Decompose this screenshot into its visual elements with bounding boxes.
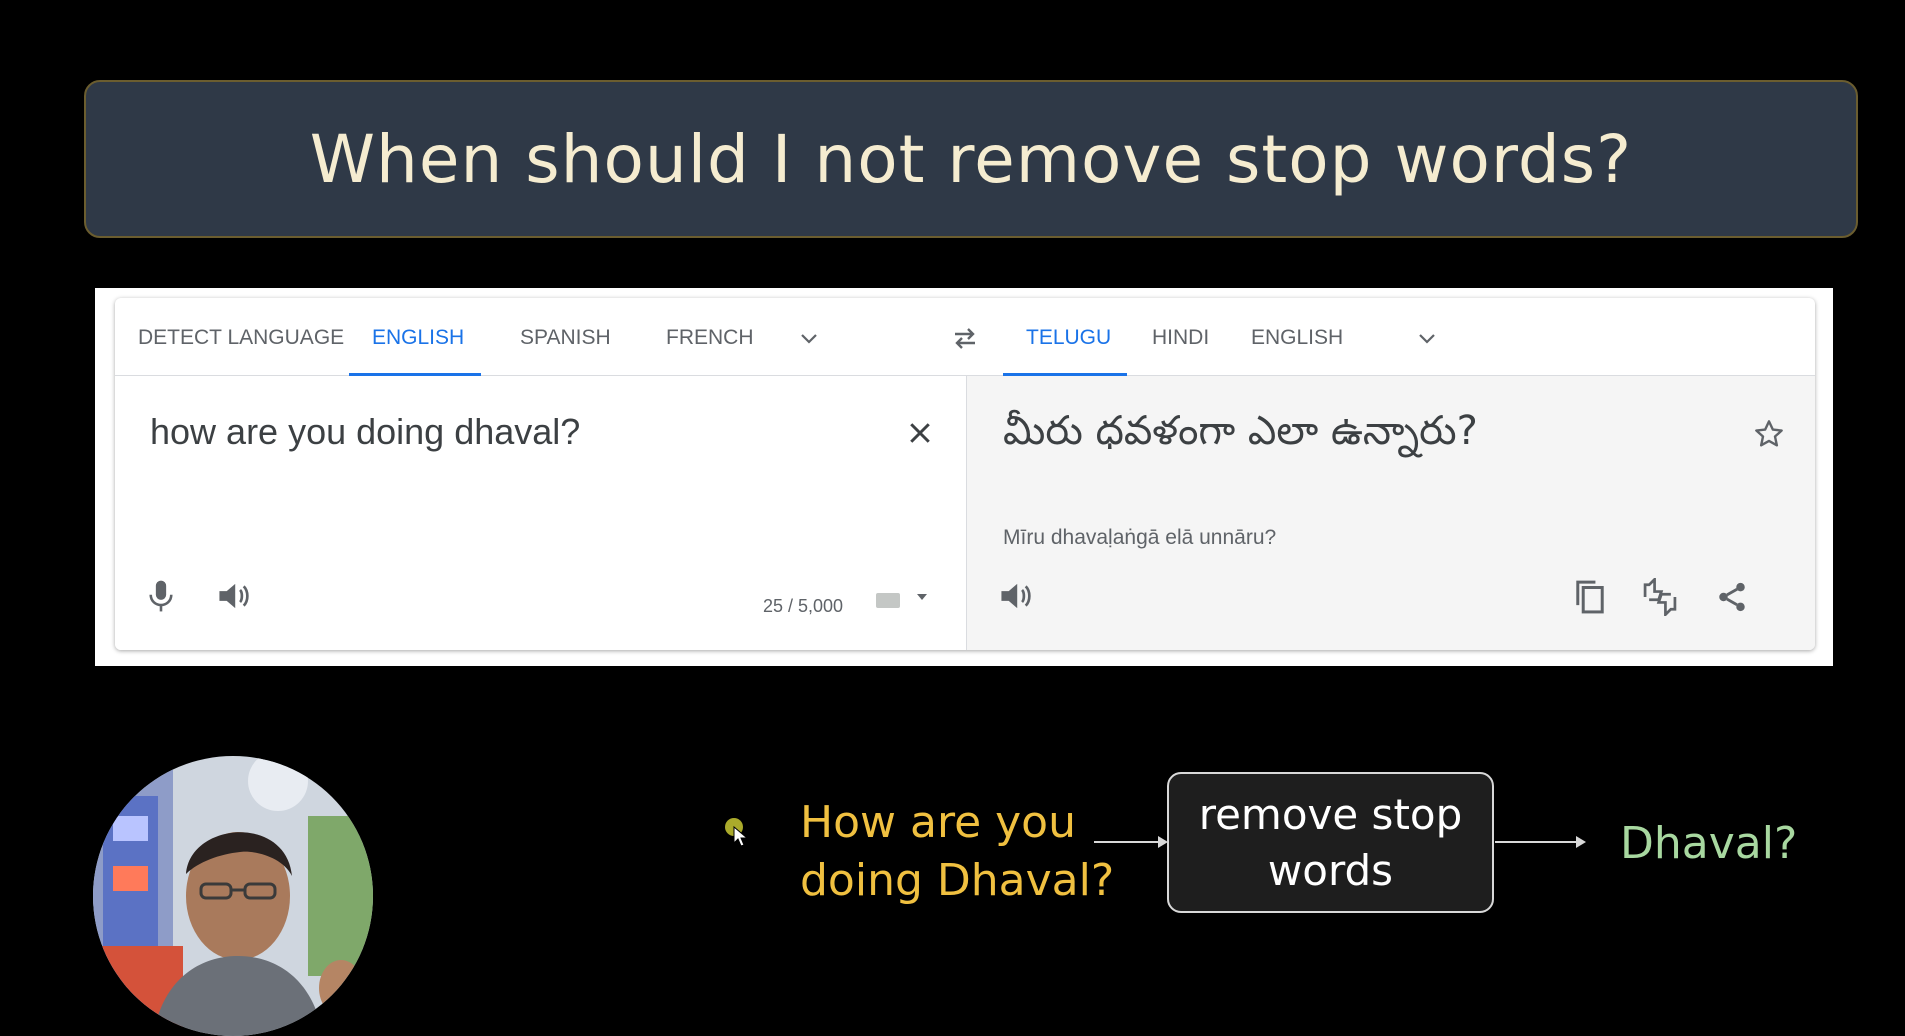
diagram-input: How are you doing Dhaval?: [800, 794, 1114, 910]
translated-text: మీరు ధవళంగా ఎలా ఉన్నారు?: [1003, 408, 1478, 454]
tab-hindi[interactable]: HINDI: [1129, 298, 1232, 376]
title-banner: When should I not remove stop words?: [84, 80, 1858, 238]
transliteration: Mīru dhavaḷaṅgā elā unnāru?: [1003, 526, 1277, 549]
translate-card: DETECT LANGUAGE ENGLISH SPANISH FRENCH T…: [115, 298, 1815, 650]
diagram-input-line-2: doing Dhaval?: [800, 855, 1115, 906]
target-pane: మీరు ధవళంగా ఎలా ఉన్నారు? Mīru dhavaḷaṅgā…: [967, 376, 1815, 650]
slide-title: When should I not remove stop words?: [309, 120, 1633, 198]
translate-screenshot: DETECT LANGUAGE ENGLISH SPANISH FRENCH T…: [95, 288, 1833, 666]
presenter-image: [93, 756, 373, 1036]
tab-telugu[interactable]: TELUGU: [1003, 298, 1127, 376]
source-pane: how are you doing dhaval? 25 / 5,000: [115, 376, 967, 650]
source-input[interactable]: how are you doing dhaval?: [150, 411, 580, 453]
keyboard-icon[interactable]: [875, 590, 903, 612]
diagram-output: Dhaval?: [1620, 818, 1798, 869]
chevron-down-icon[interactable]: [1415, 326, 1439, 350]
chevron-down-icon[interactable]: [797, 326, 821, 350]
microphone-icon[interactable]: [145, 578, 177, 614]
star-icon[interactable]: [1753, 418, 1785, 450]
tab-source-english[interactable]: ENGLISH: [349, 298, 481, 376]
mouse-cursor-icon: [725, 818, 749, 847]
remove-stop-words-box: remove stop words: [1167, 772, 1494, 913]
tab-spanish[interactable]: SPANISH: [497, 298, 634, 376]
tab-target-english[interactable]: ENGLISH: [1228, 298, 1366, 376]
tab-french[interactable]: FRENCH: [643, 298, 777, 376]
copy-icon[interactable]: [1573, 578, 1607, 616]
speaker-icon[interactable]: [217, 580, 251, 612]
close-icon[interactable]: [905, 418, 935, 448]
presenter-avatar: [93, 756, 373, 1036]
swap-icon[interactable]: [949, 322, 981, 354]
process-line-1: remove stop: [1198, 789, 1463, 839]
feedback-icon[interactable]: [1641, 578, 1679, 616]
tab-detect-language[interactable]: DETECT LANGUAGE: [115, 298, 367, 376]
process-line-2: words: [1267, 845, 1394, 895]
language-bar: DETECT LANGUAGE ENGLISH SPANISH FRENCH T…: [115, 298, 1815, 376]
share-icon[interactable]: [1715, 580, 1749, 614]
character-count: 25 / 5,000: [763, 596, 844, 616]
caret-down-icon[interactable]: [915, 590, 929, 604]
speaker-icon[interactable]: [999, 580, 1033, 612]
diagram-input-line-1: How are you: [800, 797, 1076, 848]
